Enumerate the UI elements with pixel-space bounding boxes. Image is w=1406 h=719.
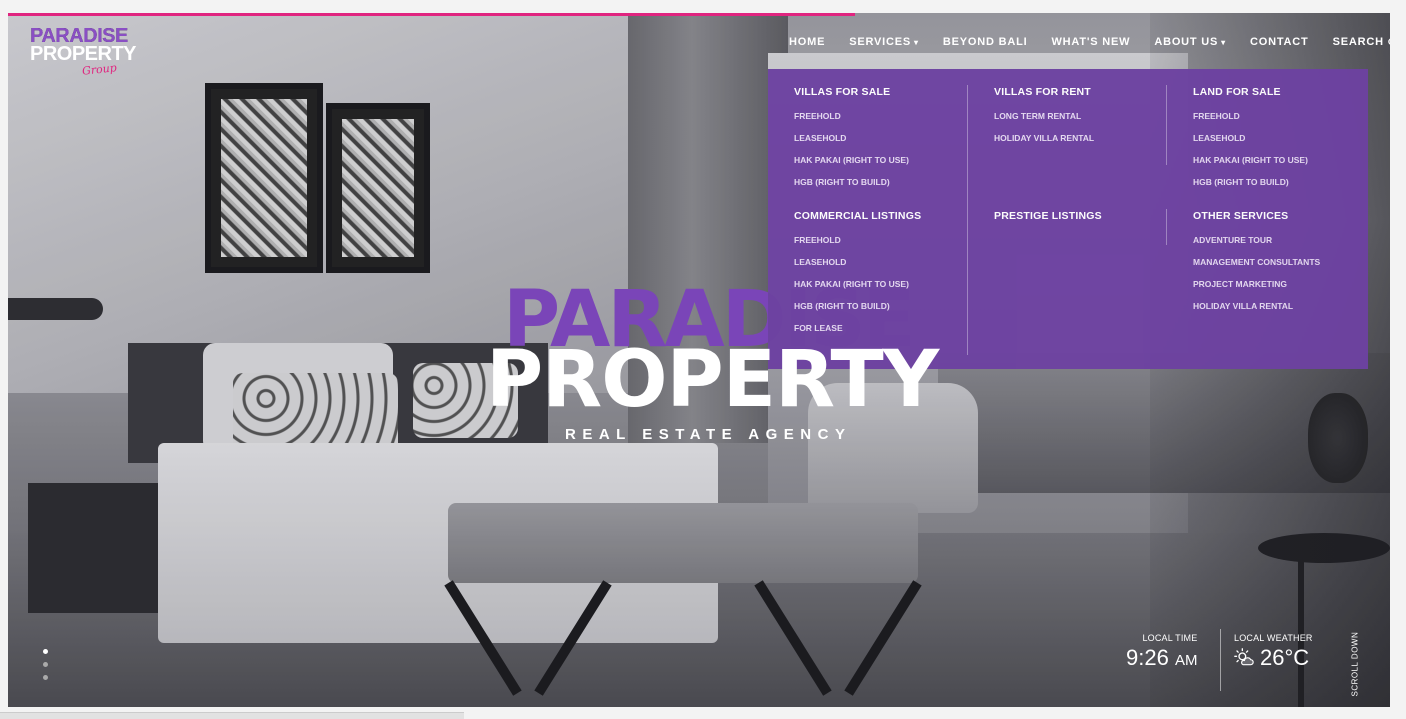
time-digits: 9:26	[1126, 645, 1169, 670]
menu-heading[interactable]: OTHER SERVICES	[1193, 210, 1390, 222]
menu-link[interactable]: FREEHOLD	[794, 229, 994, 251]
search-icon	[1388, 38, 1390, 45]
slide-dot[interactable]	[43, 649, 48, 654]
menu-link[interactable]: HAK PAKAI (RIGHT TO USE)	[794, 273, 994, 295]
local-weather-label: LOCAL WEATHER	[1234, 633, 1313, 643]
menu-col-other: OTHER SERVICES ADVENTURE TOUR MANAGEMENT…	[1193, 210, 1390, 317]
menu-link[interactable]: HOLIDAY VILLA RENTAL	[1193, 295, 1390, 317]
menu-heading[interactable]: VILLAS FOR RENT	[994, 86, 1194, 98]
menu-link[interactable]: PROJECT MARKETING	[1193, 273, 1390, 295]
nav-search-label: SEARCH	[1332, 36, 1384, 48]
chevron-down-icon: ▾	[914, 37, 919, 47]
nav-services[interactable]: SERVICES ▾	[849, 36, 919, 48]
menu-col-land-sale: LAND FOR SALE FREEHOLD LEASEHOLD HAK PAK…	[1193, 86, 1390, 193]
menu-link[interactable]: HAK PAKAI (RIGHT TO USE)	[794, 149, 994, 171]
slide-indicator	[43, 649, 48, 688]
main-nav: HOME SERVICES ▾ BEYOND BALI WHAT'S NEW AB…	[789, 36, 1390, 48]
nav-home[interactable]: HOME	[789, 36, 825, 48]
hero-frame: PARADISE PROPERTY Group HOME SERVICES ▾ B…	[8, 13, 1390, 707]
menu-link[interactable]: FREEHOLD	[1193, 105, 1390, 127]
menu-link[interactable]: LEASEHOLD	[794, 251, 994, 273]
menu-link[interactable]: LEASEHOLD	[794, 127, 994, 149]
nav-home-label: HOME	[789, 36, 826, 48]
slide-dot[interactable]	[43, 662, 48, 667]
local-time-widget: LOCAL TIME 9:26 AM	[1126, 633, 1197, 676]
menu-link[interactable]: MANAGEMENT CONSULTANTS	[1193, 251, 1390, 273]
time-ampm: AM	[1174, 652, 1198, 669]
menu-link[interactable]: HGB (RIGHT TO BUILD)	[794, 171, 994, 193]
menu-heading[interactable]: LAND FOR SALE	[1193, 86, 1390, 98]
chevron-down-icon: ▾	[1221, 37, 1226, 47]
menu-link[interactable]: LEASEHOLD	[1193, 127, 1390, 149]
hero-subtitle: REAL ESTATE AGENCY	[565, 426, 852, 443]
menu-link[interactable]: HGB (RIGHT TO BUILD)	[1193, 171, 1390, 193]
menu-heading[interactable]: VILLAS FOR SALE	[794, 86, 994, 98]
menu-link[interactable]: ADVENTURE TOUR	[1193, 229, 1390, 251]
progress-bar	[8, 13, 855, 16]
hero-title-line2: PROPERTY	[486, 335, 939, 425]
nav-whats-new-label: WHAT'S NEW	[1051, 36, 1131, 48]
nav-beyond-bali[interactable]: BEYOND BALI	[943, 36, 1028, 48]
partly-cloudy-icon	[1234, 648, 1254, 666]
nav-about-us-label: ABOUT US	[1154, 36, 1219, 48]
logo-line2: PROPERTY	[30, 43, 137, 65]
menu-link[interactable]: HAK PAKAI (RIGHT TO USE)	[1193, 149, 1390, 171]
nav-services-label: SERVICES	[849, 36, 912, 48]
scroll-down-link[interactable]: SCROLL DOWN	[1351, 627, 1360, 697]
menu-link[interactable]: LONG TERM RENTAL	[994, 105, 1194, 127]
services-mega-menu: VILLAS FOR SALE FREEHOLD LEASEHOLD HAK P…	[768, 69, 1368, 369]
menu-col-villas-rent: VILLAS FOR RENT LONG TERM RENTAL HOLIDAY…	[994, 86, 1194, 149]
nav-contact-label: CONTACT	[1250, 36, 1309, 48]
menu-col-commercial: COMMERCIAL LISTINGS FREEHOLD LEASEHOLD H…	[794, 210, 994, 339]
menu-heading[interactable]: PRESTIGE LISTINGS	[994, 210, 1194, 222]
weather-temp: 26°C	[1260, 645, 1310, 670]
site-logo[interactable]: PARADISE PROPERTY Group	[30, 26, 140, 78]
local-time-label: LOCAL TIME	[1142, 633, 1198, 643]
menu-link[interactable]: HOLIDAY VILLA RENTAL	[994, 127, 1194, 149]
nav-about-us[interactable]: ABOUT US ▾	[1154, 36, 1226, 48]
menu-heading[interactable]: COMMERCIAL LISTINGS	[794, 210, 994, 222]
local-weather-value: 26°C	[1234, 643, 1313, 673]
menu-link[interactable]: FREEHOLD	[794, 105, 994, 127]
widget-divider	[1220, 629, 1221, 691]
menu-col-prestige: PRESTIGE LISTINGS	[994, 210, 1194, 222]
menu-link[interactable]: HGB (RIGHT TO BUILD)	[794, 295, 994, 317]
slide-dot[interactable]	[43, 675, 48, 680]
nav-contact[interactable]: CONTACT	[1250, 36, 1309, 48]
nav-search[interactable]: SEARCH	[1333, 36, 1390, 48]
menu-col-villas-sale: VILLAS FOR SALE FREEHOLD LEASEHOLD HAK P…	[794, 86, 994, 193]
nav-beyond-bali-label: BEYOND BALI	[942, 36, 1028, 48]
local-time-value: 9:26 AM	[1126, 643, 1197, 676]
local-weather-widget: LOCAL WEATHER 26°C	[1234, 633, 1313, 673]
nav-whats-new[interactable]: WHAT'S NEW	[1051, 36, 1130, 48]
